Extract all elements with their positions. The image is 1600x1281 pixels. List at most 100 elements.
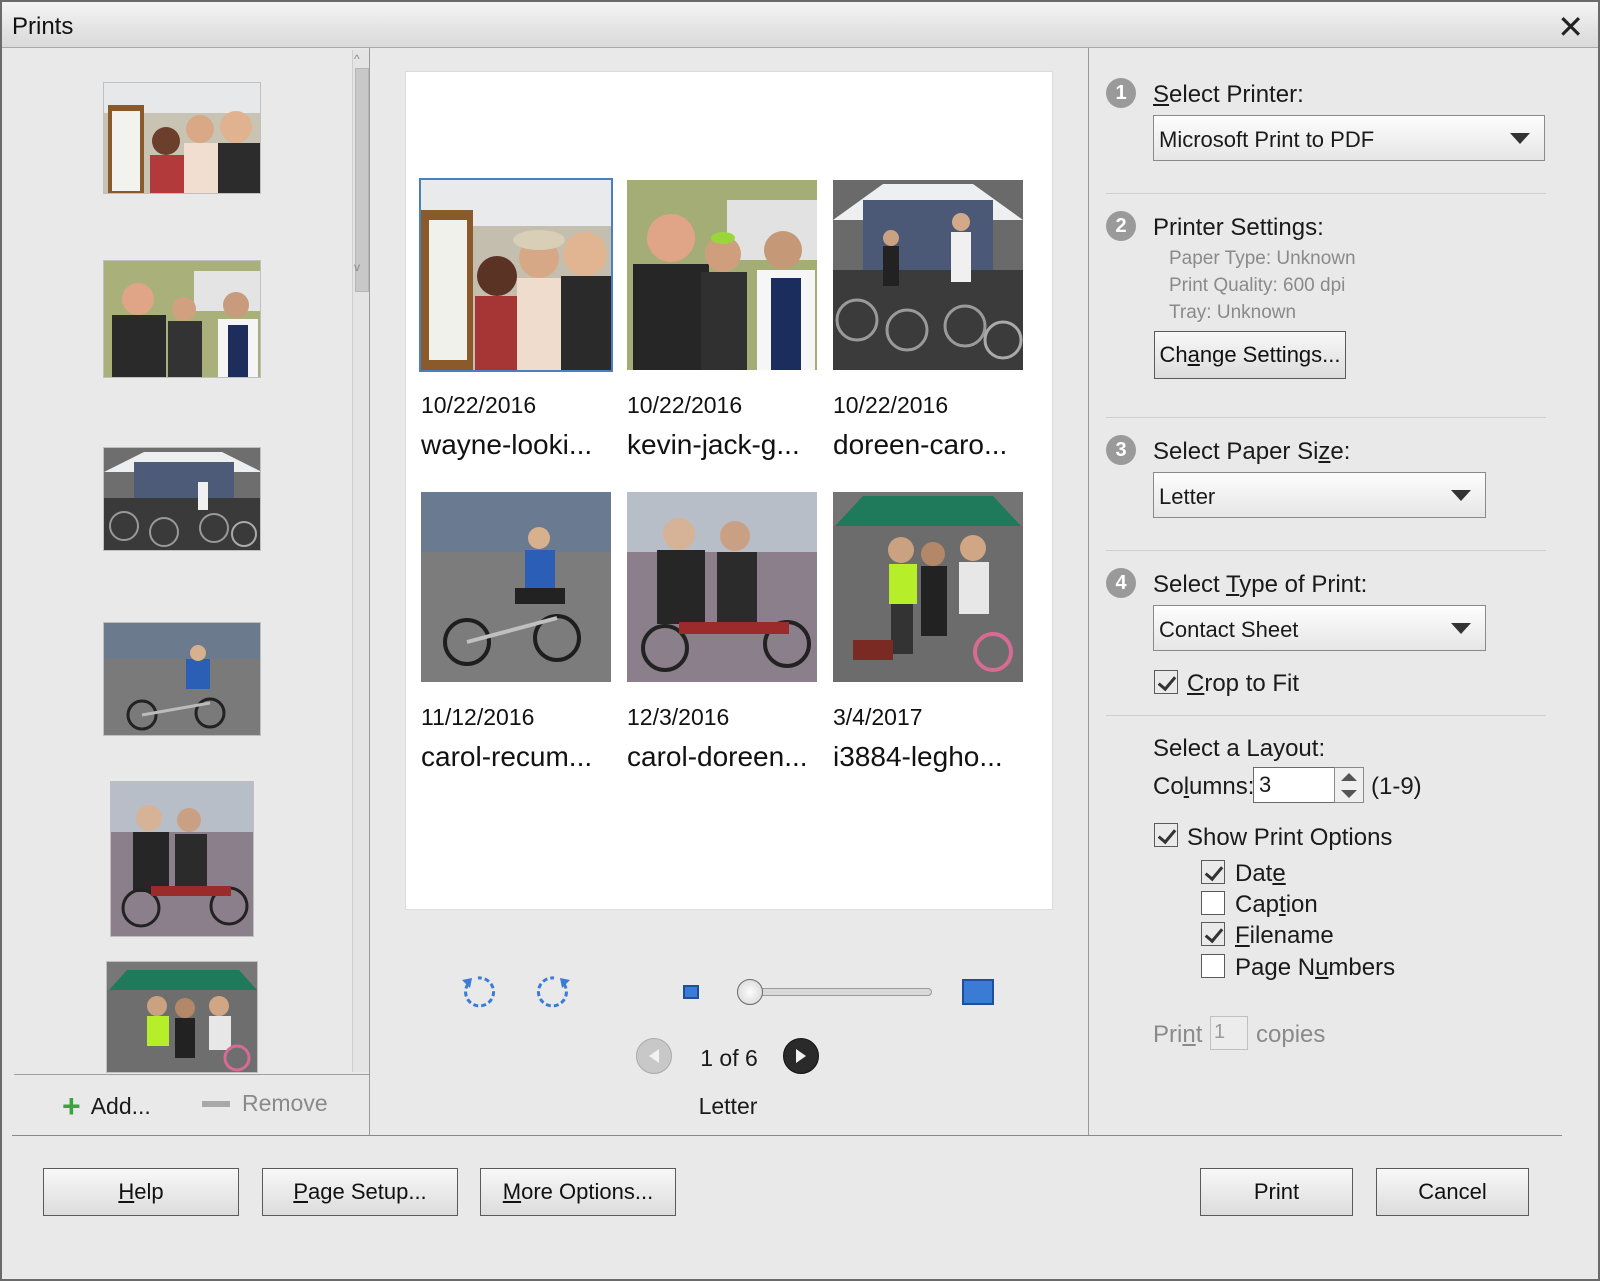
chevron-left-icon [649,1049,659,1063]
photo-date: 11/12/2016 [421,704,535,730]
print-type-dropdown[interactable]: Contact Sheet [1153,605,1486,651]
strip-scrollbar[interactable]: ^ v [352,50,370,1072]
photo-filename: carol-doreen... [627,741,808,772]
thumbnail-4[interactable] [103,622,261,736]
photo-4 [421,492,611,682]
scroll-down-icon[interactable]: v [354,260,360,274]
contact-cell-3[interactable]: 10/22/2016 doreen-caro... [833,180,1025,461]
rotate-right-icon[interactable] [534,972,574,1017]
print-type-value: Contact Sheet [1159,617,1299,642]
show-print-options-checkbox[interactable] [1154,823,1178,847]
thumbnail-5[interactable] [110,781,254,937]
thumbnail-6[interactable] [106,961,258,1073]
spinner-down-icon[interactable] [1341,790,1357,798]
remove-label: Remove [242,1090,328,1116]
zoom-out-icon[interactable] [683,985,699,999]
photo-filename: wayne-looki... [421,429,593,460]
divider-left [369,48,370,1136]
help-button[interactable]: Help [43,1168,239,1216]
copies-input: 1 [1210,1016,1248,1050]
zoom-slider-handle[interactable] [737,979,763,1005]
step-1-badge: 1 [1106,78,1136,108]
page-preview: 10/22/2016 wayne-looki... 10/22/2016 kev… [405,71,1053,910]
change-settings-button[interactable]: Change Settings... [1154,331,1346,379]
select-printer-label: Select Printer: [1153,81,1304,108]
add-label: Add... [90,1092,151,1119]
zoom-slider[interactable] [750,988,932,996]
divider-right [1088,48,1089,1136]
photo-5 [627,492,817,682]
page-numbers-option-label: Page Numbers [1235,954,1396,981]
page-setup-button[interactable]: Page Setup... [262,1168,458,1216]
paper-size-dropdown[interactable]: Letter [1153,472,1486,518]
photo-date: 3/4/2017 [833,704,923,730]
printer-settings-label: Printer Settings: [1153,214,1324,241]
paper-size-label: Letter [698,1093,758,1119]
print-button[interactable]: Print [1200,1168,1353,1216]
plus-icon: + [62,1088,81,1124]
spinner-up-icon[interactable] [1341,773,1357,781]
contact-cell-6[interactable]: 3/4/2017 i3884-legho... [833,492,1025,773]
crop-to-fit-checkbox[interactable] [1154,670,1178,694]
date-checkbox[interactable] [1201,860,1225,884]
step-4-badge: 4 [1106,568,1136,598]
printer-value: Microsoft Print to PDF [1159,127,1375,152]
scroll-up-icon[interactable]: ^ [354,52,360,66]
add-button[interactable]: + Add... [62,1090,151,1122]
photo-filename: kevin-jack-g... [627,429,800,460]
rotate-left-icon[interactable] [458,972,498,1017]
photo-filename: doreen-caro... [833,429,1008,460]
photo-6 [833,492,1023,682]
prints-dialog: Prints ✕ ^ v + Add... Remove 10/22/2016 … [0,0,1600,1281]
show-print-options-label: Show Print Options [1187,824,1393,851]
print-copies-label: Print [1153,1021,1203,1048]
thumbnail-1[interactable] [103,82,261,194]
contact-cell-5[interactable]: 12/3/2016 carol-doreen... [627,492,819,773]
photo-filename: i3884-legho... [833,741,1003,772]
printer-dropdown[interactable]: Microsoft Print to PDF [1153,115,1545,161]
chevron-down-icon [1451,623,1471,634]
title-bar: Prints ✕ [2,2,1598,48]
more-options-button[interactable]: More Options... [480,1168,676,1216]
contact-cell-1[interactable]: 10/22/2016 wayne-looki... [419,178,613,461]
contact-cell-4[interactable]: 11/12/2016 carol-recum... [421,492,613,773]
columns-spinner[interactable] [1334,767,1364,803]
previous-page-button[interactable] [636,1038,672,1074]
photo-2 [627,180,817,370]
copies-suffix: copies [1256,1021,1326,1048]
minus-icon [202,1100,230,1107]
thumbnail-2[interactable] [103,260,261,378]
columns-input[interactable]: 3 [1253,767,1335,803]
thumbnail-3[interactable] [103,447,261,551]
zoom-in-icon[interactable] [962,979,994,1005]
select-type-of-print-label: Select Type of Print: [1153,571,1368,598]
date-option-label: Date [1235,860,1286,887]
print-quality-text: Print Quality: 600 dpi [1169,275,1346,296]
columns-range: (1-9) [1371,773,1422,800]
filename-checkbox[interactable] [1201,922,1225,946]
remove-button[interactable]: Remove [202,1090,328,1117]
step-2-badge: 2 [1106,211,1136,241]
photo-date: 10/22/2016 [421,392,537,418]
photo-filename: carol-recum... [421,741,593,772]
page-numbers-checkbox[interactable] [1201,954,1225,978]
contact-cell-2[interactable]: 10/22/2016 kevin-jack-g... [627,180,819,461]
select-layout-label: Select a Layout: [1153,735,1326,762]
divider [1106,550,1546,551]
select-paper-size-label: Select Paper Size: [1153,438,1351,465]
step-3-badge: 3 [1106,435,1136,465]
strip-divider [14,1074,370,1075]
scrollbar-thumb[interactable] [355,68,369,292]
footer-divider [12,1135,1562,1136]
page-indicator: 1 of 6 [700,1045,758,1071]
cancel-button[interactable]: Cancel [1376,1168,1529,1216]
columns-label: Columns: [1153,773,1255,800]
close-icon[interactable]: ✕ [1557,8,1584,46]
caption-checkbox[interactable] [1201,891,1225,915]
chevron-down-icon [1451,490,1471,501]
chevron-right-icon [796,1049,806,1063]
filename-option-label: Filename [1235,922,1334,949]
photo-date: 10/22/2016 [627,392,743,418]
next-page-button[interactable] [783,1038,819,1074]
divider [1106,193,1546,194]
